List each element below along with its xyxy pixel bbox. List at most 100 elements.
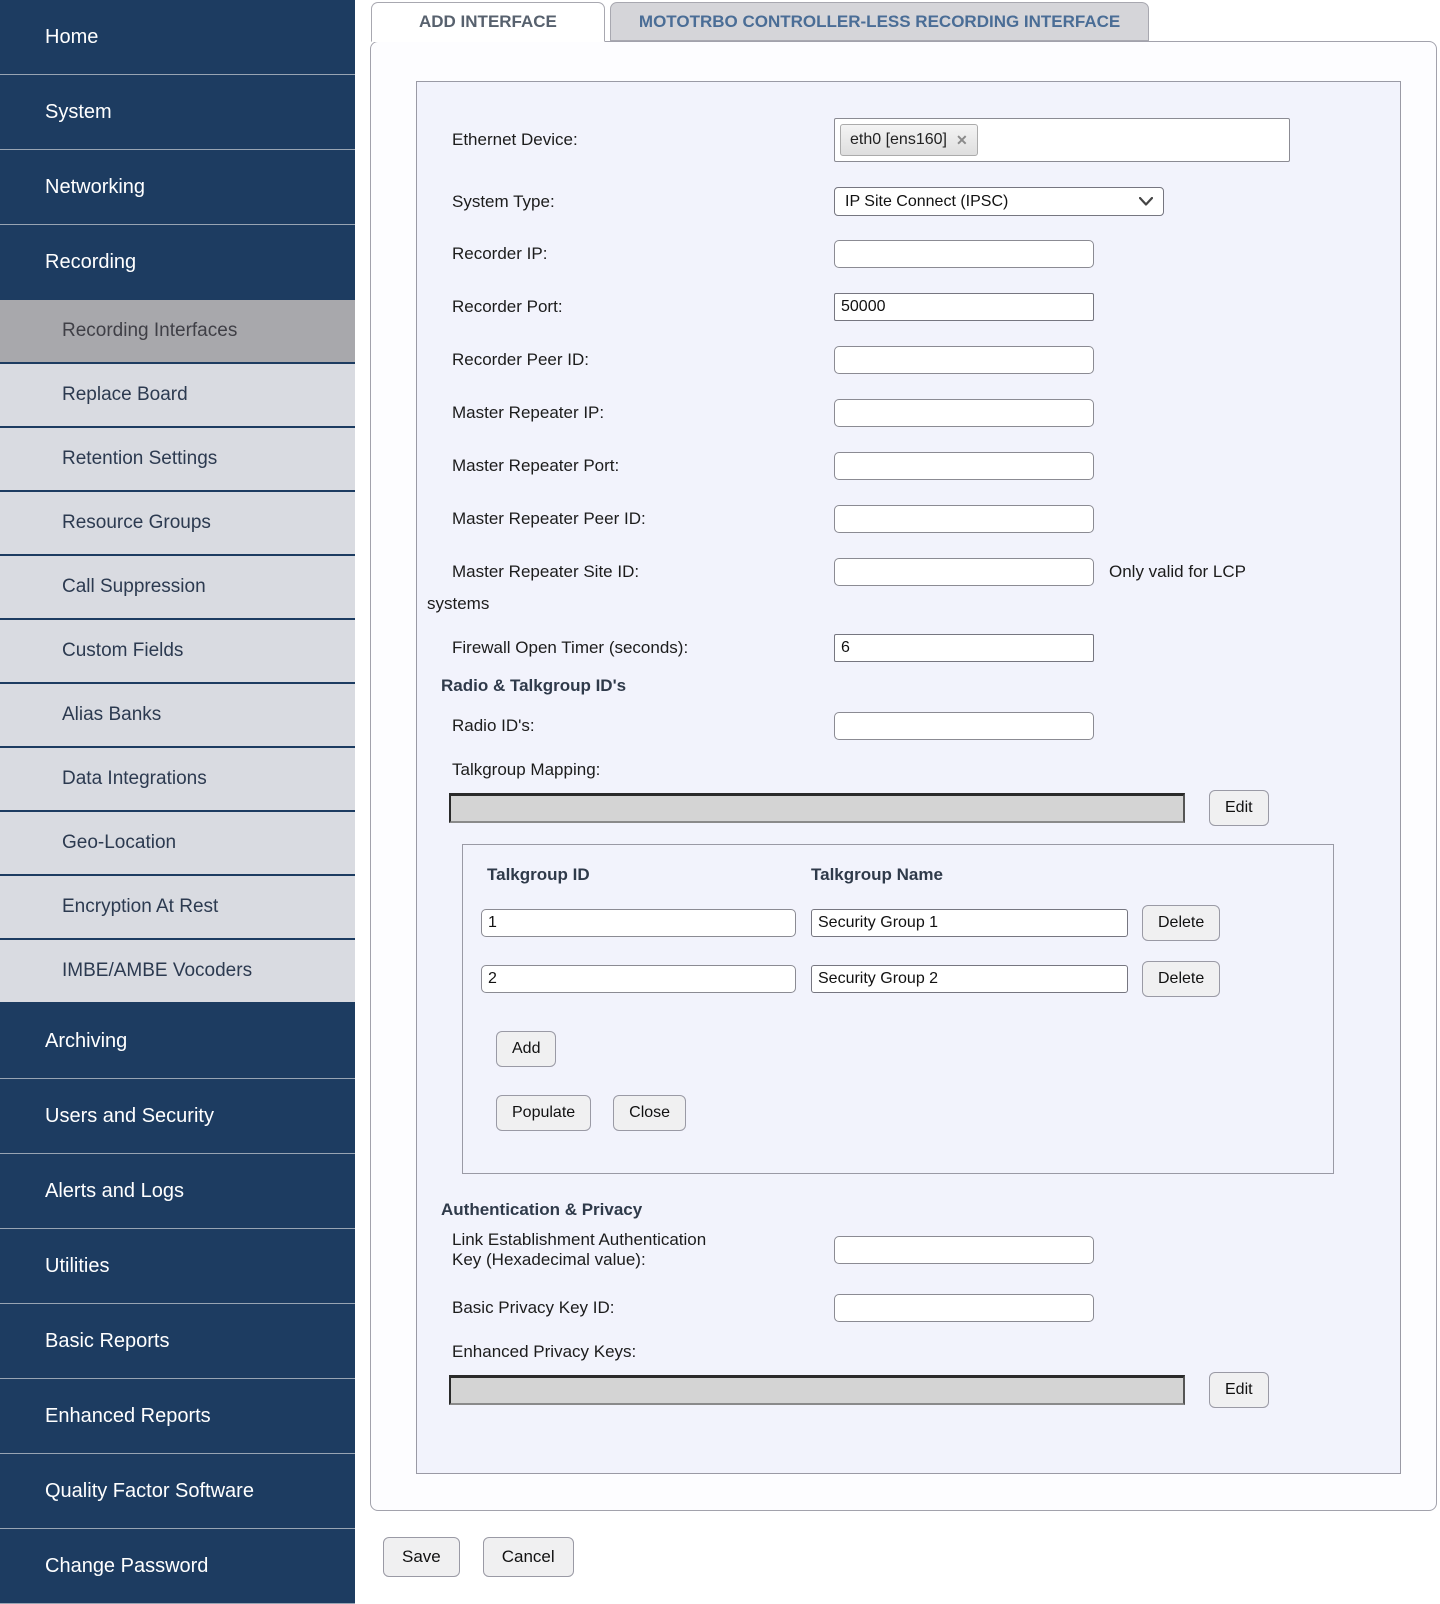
delete-talkgroup-button[interactable]: Delete [1142,905,1221,941]
populate-button[interactable]: Populate [496,1095,592,1131]
sidebar-item-label: Enhanced Reports [45,1404,211,1427]
sidebar-item-label: Custom Fields [62,640,184,661]
sidebar-item-recording-interfaces[interactable]: Recording Interfaces [0,300,355,364]
sidebar-item-label: IMBE/AMBE Vocoders [62,960,253,981]
lcp-note-text: Only valid for LCP [1109,562,1246,581]
sidebar-item-label: Recording [45,250,137,273]
talkgroup-name-input[interactable] [811,909,1128,937]
talkgroup-mapping-label: Talkgroup Mapping: [452,760,601,779]
sidebar-item-label: Networking [45,175,146,198]
sidebar-item-system[interactable]: System [0,75,355,150]
sidebar-item-basic-reports[interactable]: Basic Reports [0,1304,355,1379]
form-actions: Save Cancel [383,1537,1440,1577]
master-repeater-peer-id-label: Master Repeater Peer ID: [452,509,646,528]
talkgroup-name-column-header: Talkgroup Name [811,865,943,884]
recorder-ip-input[interactable] [834,240,1094,268]
system-type-select[interactable]: IP Site Connect (IPSC) [834,187,1164,216]
master-repeater-port-label: Master Repeater Port: [452,456,620,475]
ethernet-device-tag: eth0 [ens160] ✕ [840,124,978,156]
tab-add-interface[interactable]: ADD INTERFACE [371,2,605,42]
sidebar-item-alias-banks[interactable]: Alias Banks [0,684,355,748]
sidebar-item-label: Quality Factor Software [45,1479,254,1502]
sidebar-item-recording[interactable]: Recording [0,225,355,300]
recorder-port-input[interactable] [834,293,1094,321]
link-establishment-key-input[interactable] [834,1236,1094,1264]
sidebar-item-label: Data Integrations [62,768,207,789]
authentication-privacy-section-header: Authentication & Privacy [441,1200,643,1219]
radio-talkgroup-section-header: Radio & Talkgroup ID's [441,676,627,695]
sidebar-item-change-password[interactable]: Change Password [0,1529,355,1604]
sidebar-item-data-integrations[interactable]: Data Integrations [0,748,355,812]
sidebar-item-label: Geo-Location [62,832,177,853]
tab-content-panel: Ethernet Device: eth0 [ens160] ✕ System … [370,41,1437,1511]
basic-privacy-key-id-label: Basic Privacy Key ID: [452,1298,615,1317]
talkgroup-name-input[interactable] [811,965,1128,993]
tab-mototrbo-recording-interface[interactable]: MOTOTRBO CONTROLLER-LESS RECORDING INTER… [609,2,1150,41]
master-repeater-ip-input[interactable] [834,399,1094,427]
lcp-note-wrap-text: systems [427,594,490,613]
recorder-peer-id-label: Recorder Peer ID: [452,350,589,369]
master-repeater-site-id-label: Master Repeater Site ID: [452,562,640,581]
sidebar: Home System Networking Recording Recordi… [0,0,355,1604]
sidebar-item-geo-location[interactable]: Geo-Location [0,812,355,876]
sidebar-item-home[interactable]: Home [0,0,355,75]
enhanced-privacy-keys-disabled-field [449,1375,1185,1405]
link-establishment-key-label: Link Establishment Authentication Key (H… [449,1230,834,1270]
sidebar-item-archiving[interactable]: Archiving [0,1004,355,1079]
master-repeater-ip-label: Master Repeater IP: [452,403,605,422]
save-button[interactable]: Save [383,1537,460,1577]
system-type-label: System Type: [452,191,555,211]
sidebar-item-users-and-security[interactable]: Users and Security [0,1079,355,1154]
master-repeater-peer-id-input[interactable] [834,505,1094,533]
interface-form: Ethernet Device: eth0 [ens160] ✕ System … [416,81,1401,1474]
firewall-open-timer-label: Firewall Open Timer (seconds): [452,638,689,657]
firewall-open-timer-input[interactable] [834,634,1094,662]
cancel-button[interactable]: Cancel [482,1537,574,1577]
sidebar-item-label: Recording Interfaces [62,320,238,341]
link-establishment-key-label-line1: Link Establishment Authentication [452,1230,707,1249]
talkgroup-mapping-edit-button[interactable]: Edit [1209,790,1269,826]
add-talkgroup-button[interactable]: Add [496,1031,557,1067]
enhanced-privacy-keys-label: Enhanced Privacy Keys: [452,1342,637,1361]
sidebar-item-networking[interactable]: Networking [0,150,355,225]
master-repeater-site-id-input[interactable] [834,558,1094,586]
sidebar-item-label: Alerts and Logs [45,1179,184,1202]
talkgroup-id-input[interactable] [481,965,796,993]
sidebar-item-encryption-at-rest[interactable]: Encryption At Rest [0,876,355,940]
sidebar-item-custom-fields[interactable]: Custom Fields [0,620,355,684]
sidebar-item-label: Change Password [45,1554,209,1577]
enhanced-privacy-keys-edit-button[interactable]: Edit [1209,1372,1269,1408]
talkgroup-row: Delete [481,961,1333,997]
sidebar-item-enhanced-reports[interactable]: Enhanced Reports [0,1379,355,1454]
sidebar-item-label: Replace Board [62,384,188,405]
remove-tag-icon[interactable]: ✕ [956,132,968,149]
ethernet-device-label: Ethernet Device: [452,130,578,149]
sidebar-item-retention-settings[interactable]: Retention Settings [0,428,355,492]
sidebar-item-quality-factor-software[interactable]: Quality Factor Software [0,1454,355,1529]
talkgroup-id-input[interactable] [481,909,796,937]
radio-ids-input[interactable] [834,712,1094,740]
master-repeater-port-input[interactable] [834,452,1094,480]
sidebar-item-imbe-ambe-vocoders[interactable]: IMBE/AMBE Vocoders [0,940,355,1004]
sidebar-item-call-suppression[interactable]: Call Suppression [0,556,355,620]
sidebar-item-label: Call Suppression [62,576,206,597]
sidebar-item-label: Basic Reports [45,1329,170,1352]
close-button[interactable]: Close [613,1095,687,1131]
sidebar-item-label: Archiving [45,1029,128,1052]
sidebar-item-label: Alias Banks [62,704,162,725]
talkgroup-id-column-header: Talkgroup ID [487,865,590,884]
sidebar-item-resource-groups[interactable]: Resource Groups [0,492,355,556]
chevron-down-icon [1139,197,1153,206]
basic-privacy-key-id-input[interactable] [834,1294,1094,1322]
sidebar-item-label: Encryption At Rest [62,896,219,917]
sidebar-item-replace-board[interactable]: Replace Board [0,364,355,428]
sidebar-item-label: Retention Settings [62,448,218,469]
ethernet-device-multiselect[interactable]: eth0 [ens160] ✕ [834,118,1290,162]
sidebar-item-utilities[interactable]: Utilities [0,1229,355,1304]
talkgroup-row: Delete [481,905,1333,941]
delete-talkgroup-button[interactable]: Delete [1142,961,1221,997]
sidebar-item-alerts-and-logs[interactable]: Alerts and Logs [0,1154,355,1229]
recorder-peer-id-input[interactable] [834,346,1094,374]
radio-ids-label: Radio ID's: [452,716,535,735]
sidebar-item-label: System [45,100,112,123]
